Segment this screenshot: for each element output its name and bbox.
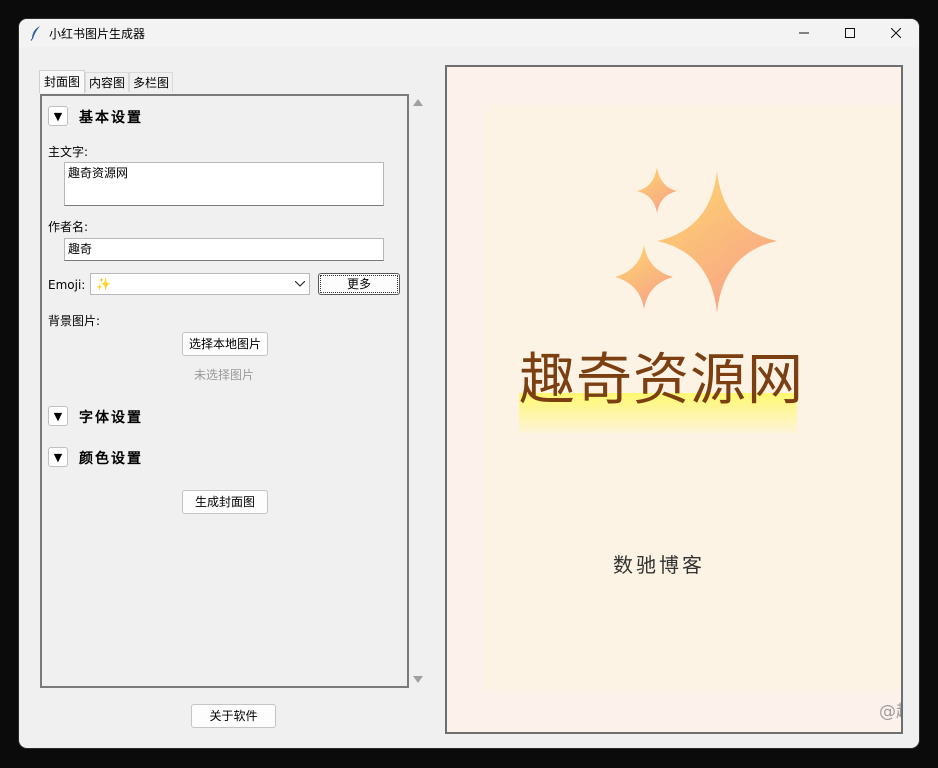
more-emoji-button[interactable]: 更多 — [318, 273, 400, 295]
author-input[interactable]: 趣奇 — [64, 238, 384, 261]
basic-settings-toggle[interactable]: ▼ — [48, 106, 68, 126]
preview-main-text: 趣奇资源网 — [519, 348, 804, 413]
main-text-input[interactable]: 趣奇资源网 — [64, 162, 384, 206]
title-bar: 小红书图片生成器 — [19, 19, 919, 47]
scroll-down-icon[interactable] — [413, 676, 423, 683]
tab-multicolumn[interactable]: 多栏图 — [129, 72, 173, 92]
preview-author-text: 数驰博客 — [613, 553, 705, 577]
tab-content[interactable]: 内容图 — [85, 72, 129, 92]
font-settings-toggle[interactable]: ▼ — [48, 406, 68, 426]
close-icon — [891, 28, 901, 38]
main-text-label: 主文字: — [48, 145, 89, 159]
emoji-label: Emoji: — [48, 278, 86, 292]
generate-cover-button[interactable]: 生成封面图 — [182, 490, 268, 514]
color-settings-title: 颜色设置 — [79, 451, 143, 467]
background-image-label: 背景图片: — [48, 314, 101, 328]
about-button[interactable]: 关于软件 — [191, 704, 276, 728]
tab-cover[interactable]: 封面图 — [39, 70, 85, 93]
feather-icon — [30, 26, 40, 41]
choose-image-button[interactable]: 选择本地图片 — [182, 332, 268, 356]
maximize-icon — [845, 28, 855, 38]
preview-watermark: @趣 — [879, 702, 901, 722]
settings-scrollbar[interactable] — [410, 94, 426, 688]
sparkles-icon — [615, 167, 777, 313]
emoji-select-value: ✨ — [96, 277, 111, 291]
author-label: 作者名: — [48, 220, 89, 234]
cover-preview: 趣奇资源网 数驰博客 @趣 — [445, 65, 903, 734]
minimize-button[interactable] — [781, 19, 827, 47]
app-window: 小红书图片生成器 封面图 内容图 多栏图 ▼ 基本设置 主文字: 趣奇资源网 作… — [19, 19, 919, 748]
no-image-status: 未选择图片 — [194, 368, 255, 382]
maximize-button[interactable] — [827, 19, 873, 47]
font-settings-title: 字体设置 — [79, 410, 143, 426]
window-title: 小红书图片生成器 — [49, 27, 146, 41]
scroll-up-icon[interactable] — [413, 99, 423, 106]
settings-panel: ▼ 基本设置 主文字: 趣奇资源网 作者名: 趣奇 Emoji: ✨ 更多 背景… — [40, 94, 409, 688]
chevron-down-icon — [295, 281, 305, 287]
basic-settings-title: 基本设置 — [79, 110, 143, 126]
color-settings-toggle[interactable]: ▼ — [48, 447, 68, 467]
emoji-select[interactable]: ✨ — [90, 273, 310, 295]
close-button[interactable] — [873, 19, 919, 47]
minimize-icon — [799, 32, 809, 34]
